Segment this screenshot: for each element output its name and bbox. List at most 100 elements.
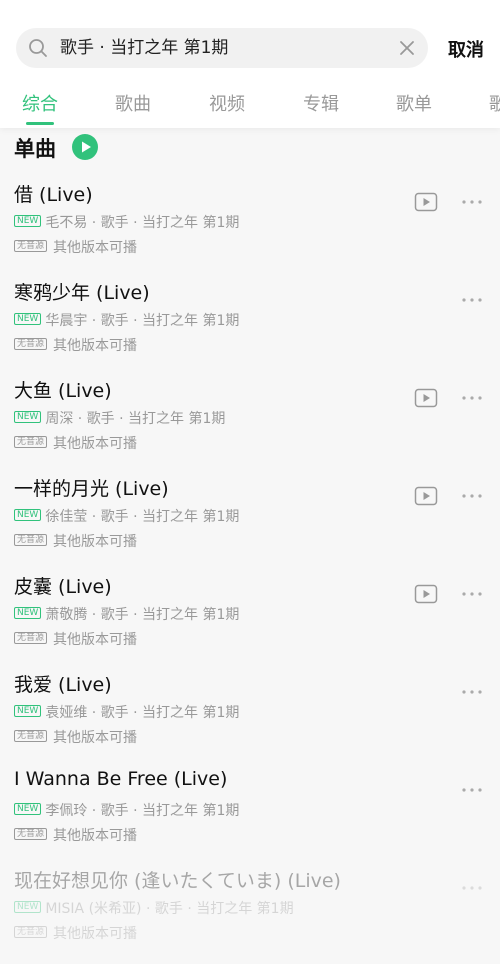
meta-separator: · <box>91 607 97 623</box>
song-artist[interactable]: 周深 <box>45 411 73 427</box>
header: 歌手 · 当打之年 第1期 取消 综合 歌曲 视频 专辑 歌单 歌 <box>0 0 500 128</box>
mv-play-icon[interactable] <box>414 584 438 604</box>
song-row[interactable]: 我爱 (Live) NEW 袁娅维 · 歌手 · 当打之年 第1期 无音源 其他版本… <box>0 670 500 768</box>
cancel-button[interactable]: 取消 <box>448 36 484 62</box>
song-row[interactable]: 一样的月光 (Live) NEW 徐佳莹 · 歌手 · 当打之年 第1期 无音源其… <box>0 474 500 572</box>
meta-separator: · <box>91 705 97 721</box>
active-tab-indicator <box>26 122 54 125</box>
play-circle-icon <box>82 141 91 153</box>
no-source-badge: 无音源 <box>14 926 48 938</box>
meta-separator: · <box>91 803 97 819</box>
no-source-badge: 无音源 <box>14 338 48 350</box>
search-icon <box>29 39 47 57</box>
song-meta: NEW 华晨宇 · 歌手 · 当打之年 第1期 <box>14 310 240 329</box>
song-artist[interactable]: 徐佳莹 <box>45 509 87 525</box>
song-artist[interactable]: 袁娅维 <box>45 705 87 721</box>
new-badge: NEW <box>14 313 42 325</box>
song-title: I Wanna Be Free (Live) <box>14 768 228 790</box>
song-meta: NEW 袁娅维 · 歌手 · 当打之年 第1期 <box>14 702 240 721</box>
availability-line: 无音源 其他版本可播 <box>14 531 137 551</box>
song-meta: NEW 徐佳莹 · 歌手 · 当打之年 第1期 <box>14 506 240 525</box>
section-title: 单曲 <box>14 137 56 161</box>
meta-separator: · <box>77 411 83 427</box>
tab-albums[interactable]: 专辑 <box>303 90 339 116</box>
new-badge: NEW <box>14 607 42 619</box>
mv-play-icon[interactable] <box>414 486 438 506</box>
meta-separator: · <box>91 509 97 525</box>
song-row[interactable]: 寒鸦少年 (Live) NEW 华晨宇 · 歌手 · 当打之年 第1期 无音源 其他… <box>0 278 500 376</box>
song-title: 现在好想见你 (逢いたくていま) (Live) <box>14 870 341 892</box>
song-album[interactable]: 歌手 · 当打之年 第1期 <box>87 411 226 427</box>
no-source-badge: 无音源 <box>14 534 48 546</box>
song-meta: NEW 毛不易 · 歌手 · 当打之年 第1期 <box>14 212 240 231</box>
song-album[interactable]: 歌手 · 当打之年 第1期 <box>101 509 240 525</box>
other-versions-text: 其他版本可播 <box>53 436 138 452</box>
other-versions-text: 其他版本可播 <box>53 926 138 942</box>
song-artist[interactable]: 毛不易 <box>45 215 87 231</box>
song-artist[interactable]: 李佩玲 <box>45 803 87 819</box>
search-input[interactable]: 歌手 · 当打之年 第1期 <box>60 28 228 68</box>
song-meta: NEW 李佩玲 · 歌手 · 当打之年 第1期 <box>14 800 240 819</box>
availability-line: 无音源 其他版本可播 <box>14 335 137 355</box>
song-title: 皮囊 (Live) <box>14 576 112 598</box>
clear-icon[interactable] <box>398 39 416 57</box>
availability-line: 无音源 其他版本可播 <box>14 727 137 747</box>
availability-line: 无音源 其他版本可播 <box>14 237 137 257</box>
song-artist[interactable]: 华晨宇 <box>45 313 87 329</box>
new-badge: NEW <box>14 705 42 717</box>
song-row[interactable]: I Wanna Be Free (Live) NEW 李佩玲 · 歌手 · 当打之… <box>0 768 500 866</box>
tab-songs[interactable]: 歌曲 <box>115 90 151 116</box>
other-versions-text: 其他版本可播 <box>53 730 138 746</box>
no-source-badge: 无音源 <box>14 828 48 840</box>
meta-separator: · <box>91 215 97 231</box>
availability-line: 无音源 其他版本可播 <box>14 629 137 649</box>
more-dots-icon[interactable] <box>460 584 484 604</box>
song-album[interactable]: 歌手 · 当打之年 第1期 <box>101 607 240 623</box>
mv-play-icon[interactable] <box>414 388 438 408</box>
more-dots-icon[interactable] <box>460 388 484 408</box>
new-badge: NEW <box>14 803 42 815</box>
song-meta: NEW MISIA (米希亚) · 歌手 · 当打之年 第1期 <box>14 898 294 917</box>
availability-line: 无音源 其他版本可播 <box>14 433 137 453</box>
no-source-badge: 无音源 <box>14 632 48 644</box>
song-title: 借 (Live) <box>14 184 93 206</box>
availability-line: 无音源 其他版本可播 <box>14 923 137 943</box>
more-dots-icon[interactable] <box>460 682 484 702</box>
meta-separator: · <box>91 313 97 329</box>
song-album[interactable]: 歌手 · 当打之年 第1期 <box>101 313 240 329</box>
song-title: 一样的月光 (Live) <box>14 478 169 500</box>
more-dots-icon[interactable] <box>460 192 484 212</box>
song-album[interactable]: 歌手 · 当打之年 第1期 <box>101 705 240 721</box>
song-row[interactable]: 现在好想见你 (逢いたくていま) (Live) NEW MISIA (米希亚) ·… <box>0 866 500 964</box>
search-bar[interactable]: 歌手 · 当打之年 第1期 <box>16 28 428 68</box>
song-album[interactable]: 歌手 · 当打之年 第1期 <box>101 215 240 231</box>
song-album[interactable]: 歌手 · 当打之年 第1期 <box>155 901 294 917</box>
song-artist[interactable]: 萧敬腾 <box>45 607 87 623</box>
more-dots-icon[interactable] <box>460 780 484 800</box>
tab-videos[interactable]: 视频 <box>209 90 245 116</box>
song-row[interactable]: 借 (Live) NEW 毛不易 · 歌手 · 当打之年 第1期 无音源 其他版本可… <box>0 180 500 278</box>
song-title: 大鱼 (Live) <box>14 380 112 402</box>
more-dots-icon[interactable] <box>460 878 484 898</box>
song-meta: NEW 周深 · 歌手 · 当打之年 第1期 <box>14 408 226 427</box>
no-source-badge: 无音源 <box>14 730 48 742</box>
mv-play-icon[interactable] <box>414 192 438 212</box>
song-album[interactable]: 歌手 · 当打之年 第1期 <box>101 803 240 819</box>
other-versions-text: 其他版本可播 <box>53 240 138 256</box>
tab-comprehensive[interactable]: 综合 <box>22 90 58 116</box>
more-dots-icon[interactable] <box>460 290 484 310</box>
new-badge: NEW <box>14 411 42 423</box>
song-row[interactable]: 大鱼 (Live) NEW 周深 · 歌手 · 当打之年 第1期 无音源 其他版本可… <box>0 376 500 474</box>
meta-separator: · <box>145 901 151 917</box>
tab-playlists[interactable]: 歌单 <box>396 90 432 116</box>
song-row[interactable]: 皮囊 (Live) NEW 萧敬腾 · 歌手 · 当打之年 第1期 无音源 其他版本… <box>0 572 500 670</box>
no-source-badge: 无音源 <box>14 436 48 448</box>
no-source-badge: 无音源 <box>14 240 48 252</box>
song-title: 我爱 (Live) <box>14 674 112 696</box>
more-dots-icon[interactable] <box>460 486 484 506</box>
play-all-button[interactable] <box>72 134 98 160</box>
new-badge: NEW <box>14 509 42 521</box>
tab-more-partial[interactable]: 歌 <box>489 90 500 116</box>
song-artist[interactable]: MISIA (米希亚) <box>45 901 141 917</box>
other-versions-text: 其他版本可播 <box>53 632 138 648</box>
